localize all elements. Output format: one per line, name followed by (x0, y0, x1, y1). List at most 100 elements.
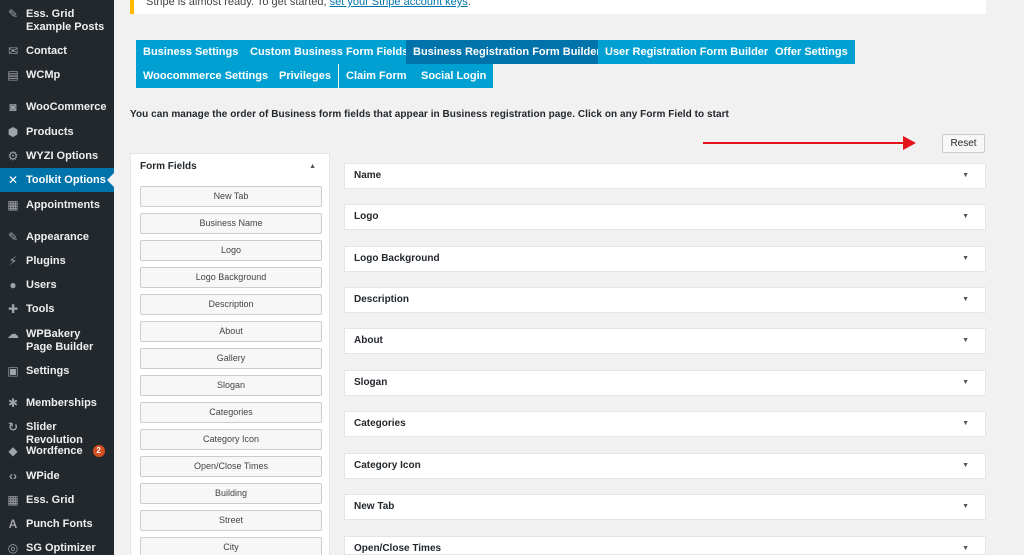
sidebar-item-label: WPide (26, 470, 60, 482)
field-row-label: Description (354, 294, 410, 305)
field-row-open-close-times[interactable]: Open/Close Times ▼ (344, 536, 986, 555)
tab-custom-business-form-fields[interactable]: Custom Business Form Fields (243, 40, 416, 64)
field-row-label: Open/Close Times (354, 543, 442, 554)
form-field-button-city[interactable]: City (140, 537, 322, 555)
notice-end: . (467, 0, 471, 8)
sidebar-item-punch-fonts[interactable]: A Punch Fonts (0, 518, 114, 531)
sidebar-item-slider-revolution[interactable]: ↻ Slider Revolution (0, 420, 114, 447)
expand-arrow-icon[interactable]: ▼ (962, 454, 969, 478)
annotation-arrow-line (703, 142, 907, 144)
sidebar-item-settings[interactable]: ▣ Settings (0, 365, 114, 378)
sidebar-item-sg-optimizer[interactable]: ◎ SG Optimizer (0, 542, 114, 555)
sidebar-item-label: WCMp (26, 69, 61, 81)
form-field-button-description[interactable]: Description (140, 294, 322, 315)
slider-icon: ↻ (7, 420, 19, 434)
sidebar-item-label: Punch Fonts (26, 518, 93, 530)
form-field-button-gallery[interactable]: Gallery (140, 348, 322, 369)
form-field-button-about[interactable]: About (140, 321, 322, 342)
expand-arrow-icon[interactable]: ▼ (962, 288, 969, 312)
field-row-description[interactable]: Description ▼ (344, 287, 986, 313)
field-row-logo[interactable]: Logo ▼ (344, 204, 986, 230)
calendar-icon: ▦ (7, 198, 19, 212)
sidebar-item-wpide[interactable]: ‹› WPide (0, 470, 114, 483)
sidebar-item-tools[interactable]: ✚ Tools (0, 303, 114, 316)
sidebar-item-label: WPBakery Page Builder (26, 328, 94, 353)
field-row-about[interactable]: About ▼ (344, 328, 986, 354)
expand-arrow-icon[interactable]: ▼ (962, 164, 969, 188)
tab-business-registration-form-builder[interactable]: Business Registration Form Builder (406, 40, 608, 64)
sidebar-item-wordfence[interactable]: ◆ Wordfence 2 (0, 445, 114, 458)
sidebar-item-label: Products (26, 126, 74, 138)
expand-arrow-icon[interactable]: ▼ (962, 537, 969, 555)
expand-arrow-icon[interactable]: ▼ (962, 495, 969, 519)
sidebar-item-label: Contact (26, 45, 67, 57)
tab-user-registration-form-builder[interactable]: User Registration Form Builder (598, 40, 776, 64)
sidebar-item-label: Ess. Grid Example Posts (26, 8, 105, 33)
expand-arrow-icon[interactable]: ▼ (962, 329, 969, 353)
sidebar-item-ess-grid-example-posts[interactable]: ✎ Ess. Grid Example Posts (0, 8, 114, 34)
sidebar-item-label: Memberships (26, 397, 97, 409)
woocommerce-icon: ◙ (9, 100, 17, 114)
form-fields-title: Form Fields (140, 161, 197, 172)
stripe-keys-link[interactable]: set your Stripe account keys (330, 0, 468, 8)
form-field-button-building[interactable]: Building (140, 483, 322, 504)
sidebar-item-memberships[interactable]: ✱ Memberships (0, 397, 114, 410)
field-row-name[interactable]: Name ▼ (344, 163, 986, 189)
pin-icon: ✎ (7, 7, 19, 21)
field-row-category-icon[interactable]: Category Icon ▼ (344, 453, 986, 479)
field-row-label: Name (354, 170, 382, 181)
sidebar-item-wyzi-options[interactable]: ⚙ WYZI Options (0, 150, 114, 163)
form-field-button-logo[interactable]: Logo (140, 240, 322, 261)
sidebar-item-appearance[interactable]: ✎ Appearance (0, 231, 114, 244)
form-field-button-category-icon[interactable]: Category Icon (140, 429, 322, 450)
sidebar-item-label: Tools (26, 303, 55, 315)
sidebar-item-ess-grid[interactable]: ▦ Ess. Grid (0, 494, 114, 507)
sidebar-item-products[interactable]: ⬢ Products (0, 126, 114, 139)
form-field-button-logo-background[interactable]: Logo Background (140, 267, 322, 288)
expand-arrow-icon[interactable]: ▼ (962, 412, 969, 436)
reset-button[interactable]: Reset (942, 134, 985, 153)
form-field-button-categories[interactable]: Categories (140, 402, 322, 423)
plugin-icon: ⚡ (8, 254, 18, 268)
sidebar-item-woocommerce[interactable]: ◙ WooCommerce (0, 101, 114, 114)
tab-privileges[interactable]: Privileges (272, 64, 338, 88)
code-icon: ‹› (9, 469, 17, 483)
tab-offer-settings[interactable]: Offer Settings (768, 40, 855, 64)
sidebar-item-label: SG Optimizer (26, 542, 96, 554)
form-field-button-business-name[interactable]: Business Name (140, 213, 322, 234)
field-row-label: Slogan (354, 377, 388, 388)
form-field-button-open-close-times[interactable]: Open/Close Times (140, 456, 322, 477)
collapse-toggle-icon[interactable]: ▲ (309, 163, 316, 170)
field-row-categories[interactable]: Categories ▼ (344, 411, 986, 437)
tab-woocommerce-settings[interactable]: Woocommerce Settings (136, 64, 276, 88)
sidebar-item-wpbakery-page-builder[interactable]: ☁ WPBakery Page Builder (0, 328, 114, 354)
sidebar-item-label: Appearance (26, 231, 89, 243)
field-row-label: About (354, 335, 383, 346)
tab-claim-form[interactable]: Claim Form (339, 64, 414, 88)
field-row-slogan[interactable]: Slogan ▼ (344, 370, 986, 396)
tab-business-settings[interactable]: Business Settings (136, 40, 246, 64)
sidebar-item-contact[interactable]: ✉ Contact (0, 45, 114, 58)
sidebar-item-users[interactable]: ● Users (0, 279, 114, 292)
sidebar-item-toolkit-options[interactable]: ✕ Toolkit Options (0, 168, 114, 192)
field-row-new-tab[interactable]: New Tab ▼ (344, 494, 986, 520)
field-row-logo-background[interactable]: Logo Background ▼ (344, 246, 986, 272)
form-field-button-street[interactable]: Street (140, 510, 322, 531)
form-field-button-new-tab[interactable]: New Tab (140, 186, 322, 207)
expand-arrow-icon[interactable]: ▼ (962, 371, 969, 395)
expand-arrow-icon[interactable]: ▼ (962, 205, 969, 229)
field-row-label: Categories (354, 418, 406, 429)
sidebar-item-wcmp[interactable]: ▤ WCMp (0, 69, 114, 82)
tab-social-login[interactable]: Social Login (414, 64, 494, 88)
sidebar-item-appointments[interactable]: ▦ Appointments (0, 199, 114, 212)
expand-arrow-icon[interactable]: ▼ (962, 247, 969, 271)
sidebar-item-label: Slider Revolution (26, 421, 83, 446)
wcmp-icon: ▤ (7, 68, 19, 82)
field-row-label: Logo Background (354, 253, 440, 264)
sidebar-item-plugins[interactable]: ⚡ Plugins (0, 255, 114, 268)
sidebar-item-label: Wordfence (26, 445, 83, 457)
form-field-button-slogan[interactable]: Slogan (140, 375, 322, 396)
stripe-notice: Stripe is almost ready. To get started, … (130, 0, 986, 14)
sidebar-item-label: Ess. Grid (26, 494, 75, 506)
sidebar-item-label: Toolkit Options (26, 174, 106, 186)
